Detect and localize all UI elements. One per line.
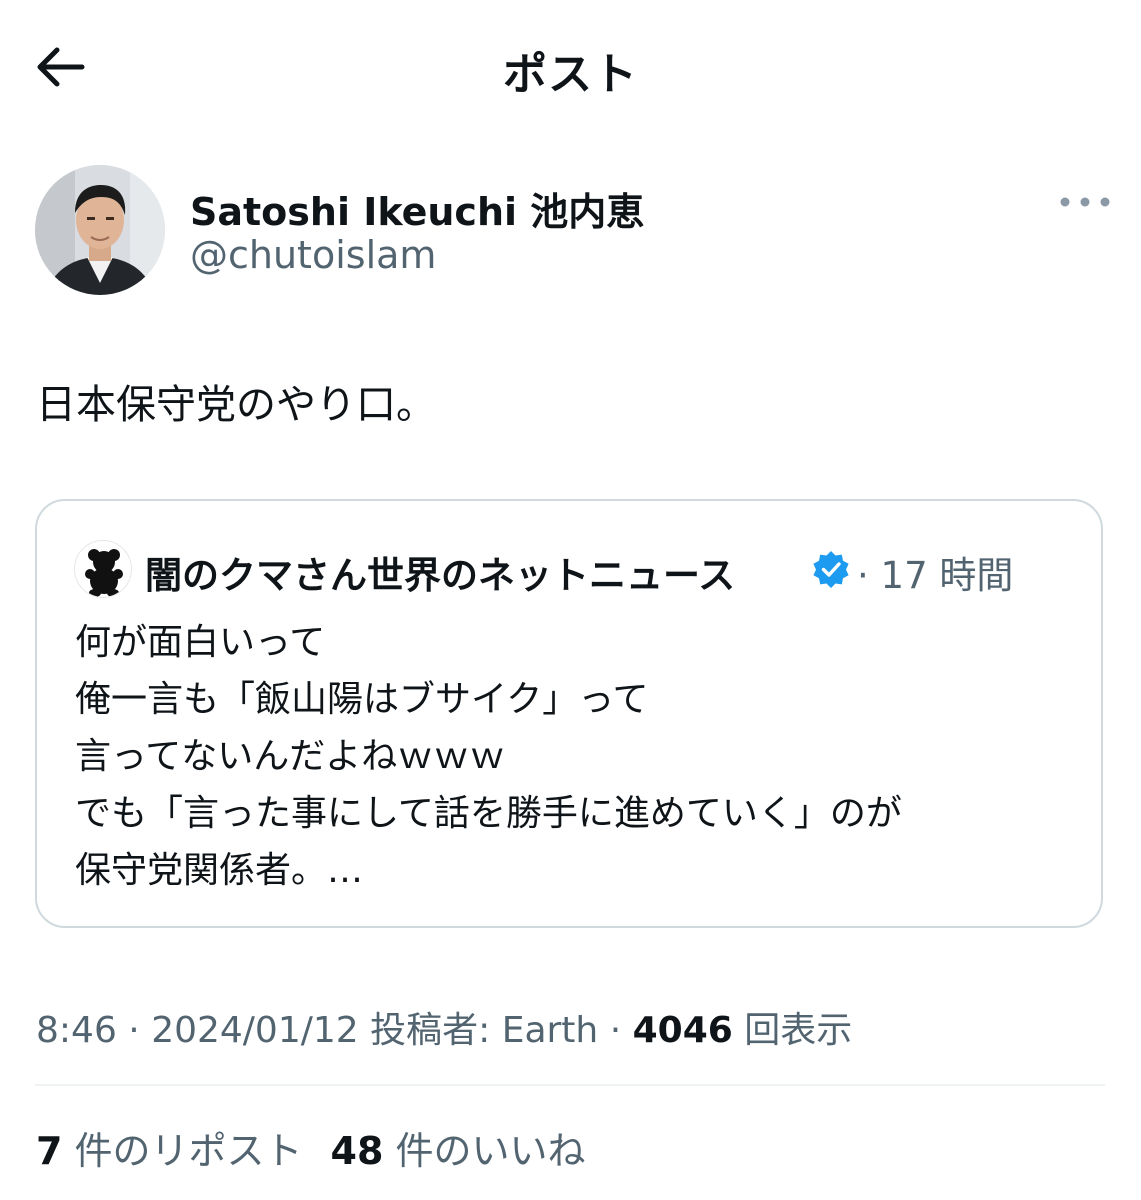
- quote-line: 保守党関係者。…: [75, 850, 364, 891]
- avatar-photo: [35, 165, 165, 295]
- post-time[interactable]: 8:46: [36, 1010, 117, 1051]
- meta-separator: ·: [598, 1010, 633, 1051]
- reposts-label: 件のリポスト: [62, 1129, 303, 1173]
- page-title: ポスト: [503, 49, 638, 100]
- post-source: 投稿者: Earth: [358, 1010, 599, 1051]
- meta-separator: ·: [116, 1010, 152, 1051]
- reposts-stat[interactable]: 7 件のリポスト: [36, 1129, 303, 1173]
- more-horizontal-icon: [1060, 197, 1110, 207]
- quote-body: 何が面白いって 俺一言も「飯山陽はブサイク」って 言ってないんだよねｗｗｗ でも…: [75, 614, 902, 899]
- quote-line: 言ってないんだよねｗｗｗ: [75, 736, 506, 777]
- verified-badge: [811, 549, 851, 589]
- views-label: 回表示: [732, 1010, 853, 1051]
- views-count: 4046: [632, 1010, 733, 1051]
- author-display-name[interactable]: Satoshi Ikeuchi 池内恵: [190, 181, 644, 236]
- engagement-stats: 7 件のリポスト 48 件のいいね: [36, 1120, 586, 1175]
- quote-timestamp: · 17 時間: [857, 554, 1014, 597]
- post-text: 日本保守党のやり口。: [36, 382, 436, 428]
- quote-line: 俺一言も「飯山陽はブサイク」って: [75, 679, 649, 720]
- quote-author-name[interactable]: 闇のクマさん世界のネットニュース: [145, 545, 735, 599]
- quoted-post-card[interactable]: 闇のクマさん世界のネットニュース · 17 時間 何が面白いって 俺一言も「飯山…: [35, 499, 1103, 928]
- more-options-button[interactable]: [1055, 187, 1115, 217]
- reposts-count: 7: [36, 1129, 63, 1173]
- author-row: Satoshi Ikeuchi 池内恵 @chutoislam: [35, 165, 1115, 300]
- likes-label: 件のいいね: [383, 1129, 586, 1173]
- author-avatar[interactable]: [35, 165, 165, 295]
- post-date[interactable]: 2024/01/12: [151, 1010, 359, 1051]
- likes-stat[interactable]: 48 件のいいね: [331, 1129, 586, 1173]
- quote-line: 何が面白いって: [75, 622, 326, 663]
- likes-count: 48: [330, 1129, 384, 1173]
- quote-line: でも「言った事にして話を勝手に進めていく」のが: [75, 793, 902, 834]
- quote-avatar[interactable]: [74, 540, 132, 598]
- verified-badge-icon: [813, 551, 849, 588]
- divider: [35, 1084, 1105, 1086]
- post-meta: 8:46 · 2024/01/12 投稿者: Earth · 4046 回表示: [36, 1001, 852, 1053]
- top-bar: ポスト: [0, 0, 1141, 130]
- bear-icon: [85, 549, 123, 597]
- author-handle[interactable]: @chutoislam: [190, 233, 436, 277]
